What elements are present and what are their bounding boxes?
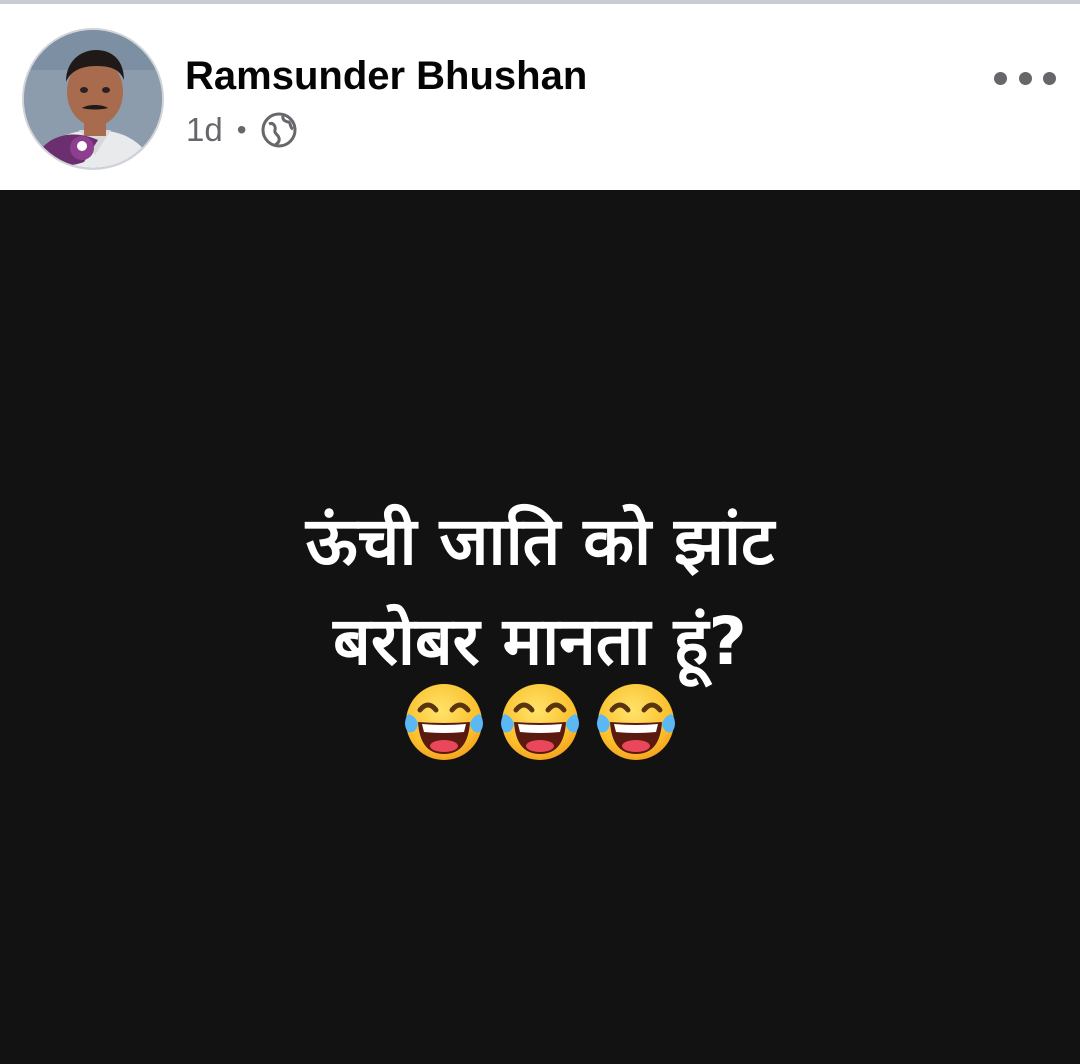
more-options-icon[interactable] [994, 66, 1056, 90]
avatar-photo [24, 30, 162, 168]
emoji-row [0, 680, 1080, 764]
more-dot [1018, 71, 1032, 85]
more-dot [994, 71, 1007, 85]
globe-icon [261, 112, 297, 148]
face-with-tears-of-joy-icon [597, 684, 675, 760]
post-text: ऊंची जाति को झांट बरोबर मानता हूं? [0, 492, 1080, 692]
post-time[interactable]: 1d [186, 111, 223, 149]
face-with-tears-of-joy-icon [405, 684, 483, 760]
post-meta: 1d • [186, 110, 297, 150]
post-content[interactable]: ऊंची जाति को झांट बरोबर मानता हूं? [0, 190, 1080, 1064]
more-dot [1043, 71, 1056, 85]
post-text-line-1: ऊंची जाति को झांट [305, 503, 775, 580]
meta-separator: • [236, 114, 247, 145]
author-name[interactable]: Ramsunder Bhushan [185, 54, 587, 99]
avatar[interactable] [22, 28, 164, 170]
post-text-line-2: बरोबर मानता हूं? [333, 603, 747, 680]
post-header: Ramsunder Bhushan 1d • [0, 4, 1080, 190]
face-with-tears-of-joy-icon [501, 684, 579, 760]
